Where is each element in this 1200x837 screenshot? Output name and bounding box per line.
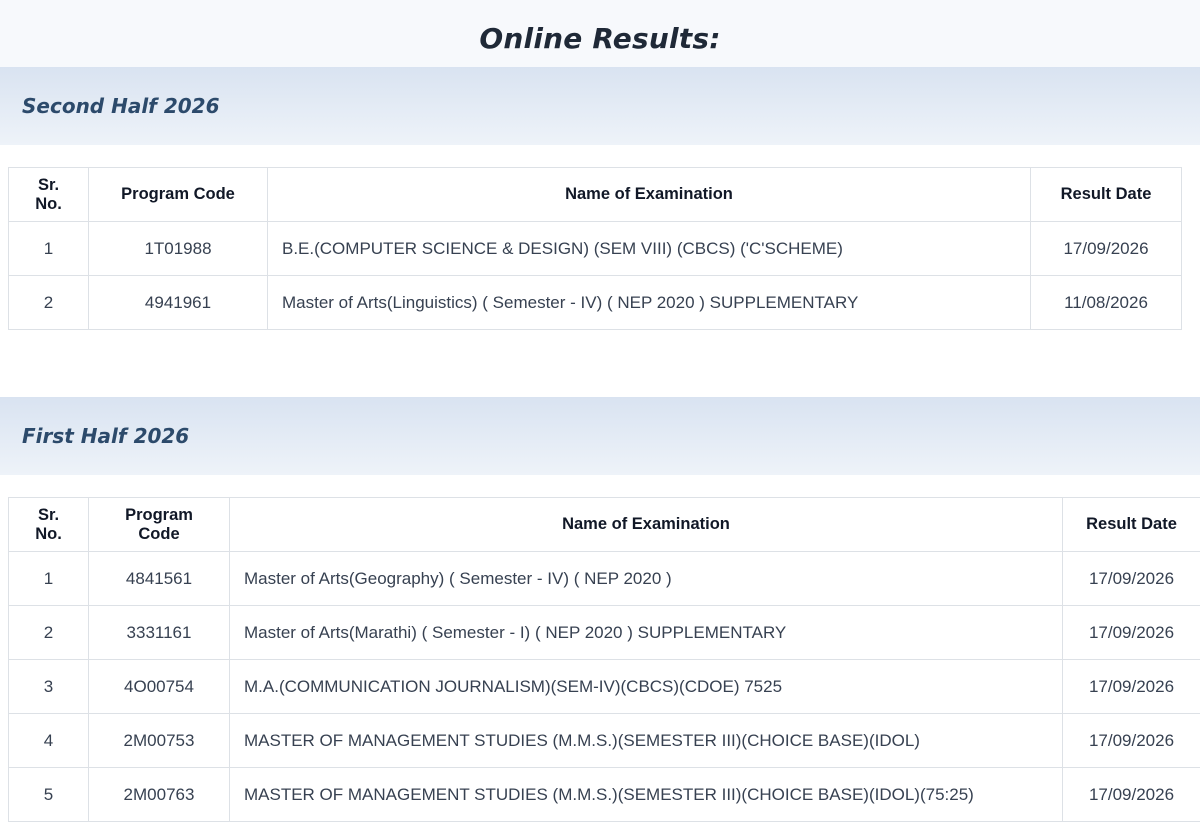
- table-row[interactable]: 1 1T01988 B.E.(COMPUTER SCIENCE & DESIGN…: [8, 221, 1182, 276]
- table-row[interactable]: 3 4O00754 M.A.(COMMUNICATION JOURNALISM)…: [8, 659, 1200, 714]
- table-header-row: Sr. No. Program Code Name of Examination…: [8, 497, 1200, 552]
- col-header-exam-name: Name of Examination: [229, 497, 1063, 552]
- col-header-result-date: Result Date: [1030, 167, 1182, 222]
- cell-program-code: 1T01988: [88, 221, 268, 276]
- results-table-first-half: Sr. No. Program Code Name of Examination…: [8, 497, 1200, 822]
- results-table-wrap: Sr. No. Program Code Name of Examination…: [0, 145, 1200, 330]
- page-title: Online Results:: [479, 22, 721, 55]
- col-header-result-date: Result Date: [1062, 497, 1200, 552]
- results-table-wrap: Sr. No. Program Code Name of Examination…: [0, 475, 1200, 822]
- cell-result-date: 11/08/2026: [1030, 275, 1182, 330]
- table-header-row: Sr. No. Program Code Name of Examination…: [8, 167, 1182, 222]
- cell-sr-no: 4: [8, 713, 89, 768]
- col-header-sr-no: Sr. No.: [8, 167, 89, 222]
- section-title: First Half 2026: [22, 424, 190, 448]
- cell-result-date: 17/09/2026: [1062, 767, 1200, 822]
- col-header-exam-name: Name of Examination: [267, 167, 1031, 222]
- cell-program-code: 2M00753: [88, 713, 230, 768]
- cell-result-date: 17/09/2026: [1030, 221, 1182, 276]
- cell-program-code: 4O00754: [88, 659, 230, 714]
- section-banner-first-half: First Half 2026: [0, 397, 1200, 475]
- cell-exam-name-link[interactable]: MASTER OF MANAGEMENT STUDIES (M.M.S.)(SE…: [229, 713, 1063, 768]
- cell-program-code: 4841561: [88, 551, 230, 606]
- table-row[interactable]: 4 2M00753 MASTER OF MANAGEMENT STUDIES (…: [8, 713, 1200, 768]
- col-header-sr-no: Sr. No.: [8, 497, 89, 552]
- cell-program-code: 3331161: [88, 605, 230, 660]
- cell-sr-no: 2: [8, 605, 89, 660]
- cell-sr-no: 2: [8, 275, 89, 330]
- cell-exam-name-link[interactable]: Master of Arts(Marathi) ( Semester - I) …: [229, 605, 1063, 660]
- cell-result-date: 17/09/2026: [1062, 659, 1200, 714]
- page-header: Online Results:: [0, 0, 1200, 67]
- cell-sr-no: 1: [8, 221, 89, 276]
- cell-sr-no: 3: [8, 659, 89, 714]
- section-title: Second Half 2026: [22, 94, 220, 118]
- cell-sr-no: 1: [8, 551, 89, 606]
- cell-sr-no: 5: [8, 767, 89, 822]
- cell-result-date: 17/09/2026: [1062, 605, 1200, 660]
- cell-exam-name-link[interactable]: MASTER OF MANAGEMENT STUDIES (M.M.S.)(SE…: [229, 767, 1063, 822]
- cell-program-code: 4941961: [88, 275, 268, 330]
- cell-result-date: 17/09/2026: [1062, 713, 1200, 768]
- cell-exam-name-link[interactable]: M.A.(COMMUNICATION JOURNALISM)(SEM-IV)(C…: [229, 659, 1063, 714]
- cell-program-code: 2M00763: [88, 767, 230, 822]
- cell-result-date: 17/09/2026: [1062, 551, 1200, 606]
- table-row[interactable]: 2 3331161 Master of Arts(Marathi) ( Seme…: [8, 605, 1200, 660]
- cell-exam-name-link[interactable]: B.E.(COMPUTER SCIENCE & DESIGN) (SEM VII…: [267, 221, 1031, 276]
- table-row[interactable]: 1 4841561 Master of Arts(Geography) ( Se…: [8, 551, 1200, 606]
- results-table-second-half: Sr. No. Program Code Name of Examination…: [8, 167, 1182, 330]
- col-header-program-code: Program Code: [88, 167, 268, 222]
- table-row[interactable]: 2 4941961 Master of Arts(Linguistics) ( …: [8, 275, 1182, 330]
- col-header-program-code: Program Code: [88, 497, 230, 552]
- cell-exam-name-link[interactable]: Master of Arts(Linguistics) ( Semester -…: [267, 275, 1031, 330]
- cell-exam-name-link[interactable]: Master of Arts(Geography) ( Semester - I…: [229, 551, 1063, 606]
- table-row[interactable]: 5 2M00763 MASTER OF MANAGEMENT STUDIES (…: [8, 767, 1200, 822]
- section-banner-second-half: Second Half 2026: [0, 67, 1200, 145]
